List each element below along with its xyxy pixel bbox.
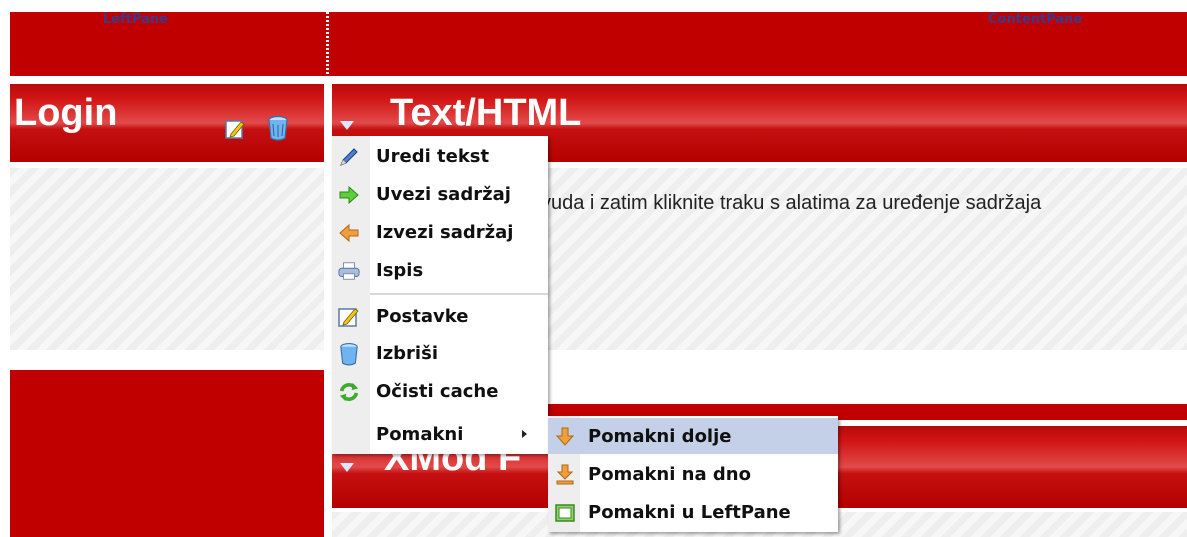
- submenu-item-move-down[interactable]: Pomakni dolje: [548, 418, 838, 454]
- move-down-icon: [554, 426, 576, 448]
- move-submenu: Pomakni dolje Pomakni na dno Pomakni u L…: [548, 416, 838, 532]
- arrow-right-icon: [338, 184, 360, 206]
- submenu-item-move-bottom[interactable]: Pomakni na dno: [548, 456, 838, 492]
- menu-separator: [370, 293, 548, 295]
- text-html-module-title: Text/HTML: [390, 92, 582, 134]
- pane-divider: [326, 12, 329, 537]
- delete-icon[interactable]: [267, 115, 289, 141]
- delete-icon: [338, 343, 360, 366]
- menu-item-clear-cache[interactable]: Očisti cache: [332, 373, 548, 409]
- submenu-arrow-icon: [522, 430, 527, 438]
- content-pane-label: ContentPane: [988, 12, 1083, 27]
- menu-item-delete[interactable]: Izbriši: [332, 335, 548, 371]
- login-module-title: Login: [14, 92, 118, 134]
- menu-item-export-content[interactable]: Izvezi sadržaj: [332, 214, 548, 250]
- pencil-icon: [338, 146, 360, 168]
- printer-icon: [338, 260, 360, 282]
- submenu-item-move-leftpane[interactable]: Pomakni u LeftPane: [548, 494, 838, 530]
- settings-icon: [338, 306, 360, 328]
- module-actions-menu: Uredi tekst Uvezi sadržaj Izvezi sadržaj…: [332, 136, 548, 454]
- move-pane-icon: [554, 502, 576, 524]
- move-bottom-icon: [554, 464, 576, 486]
- left-pane-lower-band: [10, 370, 324, 537]
- menu-item-settings[interactable]: Postavke: [332, 298, 548, 334]
- login-module-body: [10, 168, 324, 350]
- menu-item-move[interactable]: Pomakni: [332, 416, 548, 452]
- refresh-icon: [338, 381, 360, 403]
- menu-item-import-content[interactable]: Uvezi sadržaj: [332, 176, 548, 212]
- module-instruction-text: vuda i zatim kliknite traku s alatima za…: [541, 192, 1042, 214]
- menu-item-print[interactable]: Ispis: [332, 252, 548, 288]
- module-collapse-icon-2[interactable]: [338, 458, 358, 478]
- edit-icon[interactable]: [225, 118, 245, 140]
- arrow-left-icon: [338, 222, 360, 244]
- left-pane-label: LeftPane: [103, 12, 168, 27]
- module-collapse-icon[interactable]: [338, 116, 358, 136]
- menu-item-edit-text[interactable]: Uredi tekst: [332, 138, 548, 174]
